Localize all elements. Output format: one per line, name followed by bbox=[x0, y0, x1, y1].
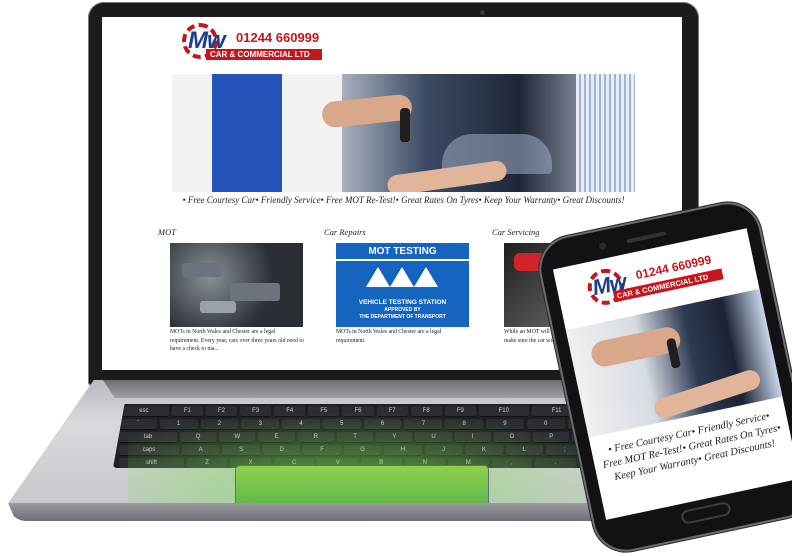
car-key-icon bbox=[400, 108, 410, 142]
keyboard-key[interactable]: , bbox=[491, 458, 533, 468]
keyboard-key[interactable]: 0 bbox=[526, 419, 565, 430]
keyboard-key[interactable]: F4 bbox=[274, 406, 306, 417]
keyboard-key[interactable]: I bbox=[454, 432, 491, 443]
keyboard-key[interactable]: S bbox=[222, 445, 260, 456]
keyboard-key[interactable]: T bbox=[336, 432, 374, 443]
speaker-grille bbox=[626, 231, 667, 244]
service-image-mot[interactable] bbox=[170, 243, 303, 327]
keyboard-key[interactable]: L bbox=[505, 445, 544, 456]
keyboard-key[interactable]: tab bbox=[119, 432, 177, 443]
laptop-camera-icon bbox=[480, 10, 485, 15]
site-logo[interactable]: Mw 01244 660999 CAR & COMMERCIAL LTD bbox=[182, 23, 332, 67]
header-phone-number[interactable]: 01244 660999 bbox=[236, 30, 319, 45]
keyboard-key[interactable]: A bbox=[181, 445, 220, 456]
keyboard-key[interactable]: D bbox=[262, 445, 301, 456]
keyboard-key[interactable]: 1 bbox=[159, 419, 198, 430]
keyboard-key[interactable]: F6 bbox=[342, 406, 374, 417]
service-text-mot: MOTs in North Wales and Chester are a le… bbox=[170, 329, 304, 352]
keyboard-key[interactable]: F8 bbox=[410, 406, 442, 417]
hero-striped-shirt bbox=[576, 74, 635, 192]
keyboard-key[interactable]: Q bbox=[179, 432, 217, 443]
mot-sign-title: MOT TESTING bbox=[368, 246, 437, 257]
keyboard-key[interactable]: F5 bbox=[308, 406, 340, 417]
keyboard-key[interactable]: 4 bbox=[282, 419, 320, 430]
keyboard-key[interactable]: 3 bbox=[241, 419, 280, 430]
keyboard-key[interactable]: . bbox=[535, 458, 576, 468]
engine-part bbox=[200, 301, 236, 313]
keyboard-key[interactable]: J bbox=[424, 445, 463, 456]
triangle-icon bbox=[390, 267, 414, 287]
front-camera-icon bbox=[598, 241, 607, 251]
keyboard-key[interactable]: 6 bbox=[363, 419, 402, 430]
keyboard-key[interactable]: F bbox=[303, 445, 341, 456]
home-button[interactable] bbox=[679, 500, 732, 526]
service-text-car-repairs: MOTs in North Wales and Chester are a le… bbox=[336, 329, 442, 344]
keyboard-key[interactable]: F7 bbox=[376, 406, 408, 417]
keyboard-key[interactable]: R bbox=[297, 432, 334, 443]
hero-tagline: • Free Courtesy Car• Friendly Service• F… bbox=[182, 195, 625, 205]
keyboard-key[interactable]: E bbox=[258, 432, 295, 443]
phone-screen: Mw 01244 660999 CAR & COMMERCIAL LTD • F… bbox=[552, 228, 792, 520]
keyboard-key[interactable]: U bbox=[415, 432, 452, 443]
mot-sign-panel: MOT TESTING VEHICLE TESTING STATION APPR… bbox=[336, 243, 469, 327]
keyboard-key[interactable]: ` bbox=[119, 419, 157, 430]
keyboard-key[interactable]: caps bbox=[119, 445, 179, 456]
service-title-mot[interactable]: MOT bbox=[158, 227, 176, 237]
keyboard-key[interactable]: esc bbox=[119, 406, 169, 417]
triangle-icon bbox=[366, 267, 390, 287]
keyboard-key[interactable]: 8 bbox=[445, 419, 484, 430]
keyboard-key[interactable]: F3 bbox=[240, 406, 272, 417]
keyboard-key[interactable]: 7 bbox=[404, 419, 443, 430]
triangle-icon bbox=[414, 267, 438, 287]
engine-part bbox=[182, 263, 222, 277]
keyboard-key[interactable]: W bbox=[219, 432, 256, 443]
mot-sign-line3: THE DEPARTMENT OF TRANSPORT bbox=[359, 314, 446, 320]
keyboard-key[interactable]: Z bbox=[186, 458, 228, 468]
mot-sign-line1: VEHICLE TESTING STATION bbox=[358, 299, 447, 306]
keyboard-key[interactable]: F10 bbox=[478, 406, 529, 417]
keyboard-key[interactable]: H bbox=[384, 445, 422, 456]
keyboard-key[interactable]: 5 bbox=[322, 419, 361, 430]
service-image-mot-testing-sign[interactable]: MOT TESTING VEHICLE TESTING STATION APPR… bbox=[336, 243, 469, 327]
keyboard-key[interactable]: 2 bbox=[200, 419, 239, 430]
keyboard-key[interactable]: shift bbox=[119, 458, 184, 468]
service-title-car-servicing[interactable]: Car Servicing bbox=[492, 227, 539, 237]
keyboard-key[interactable]: F1 bbox=[171, 406, 203, 417]
keyboard-key[interactable]: Y bbox=[376, 432, 413, 443]
keyboard-key[interactable]: O bbox=[493, 432, 531, 443]
service-title-car-repairs[interactable]: Car Repairs bbox=[324, 227, 366, 237]
keyboard-key[interactable]: F9 bbox=[444, 406, 476, 417]
mot-sign-divider bbox=[336, 259, 469, 261]
hero-image bbox=[172, 74, 635, 192]
keyboard-key[interactable]: K bbox=[465, 445, 503, 456]
keyboard-key[interactable]: P bbox=[533, 432, 570, 443]
keyboard-key[interactable]: 9 bbox=[486, 419, 524, 430]
keyboard-key[interactable]: G bbox=[343, 445, 382, 456]
keyboard-key[interactable]: F2 bbox=[205, 406, 238, 417]
engine-part bbox=[230, 283, 280, 301]
logo-company-name: CAR & COMMERCIAL LTD bbox=[206, 49, 322, 60]
mot-sign-line2: APPROVED BY bbox=[384, 307, 421, 313]
phone-hero-hand-receiving bbox=[651, 367, 763, 421]
hero-blue-vest bbox=[212, 74, 282, 192]
